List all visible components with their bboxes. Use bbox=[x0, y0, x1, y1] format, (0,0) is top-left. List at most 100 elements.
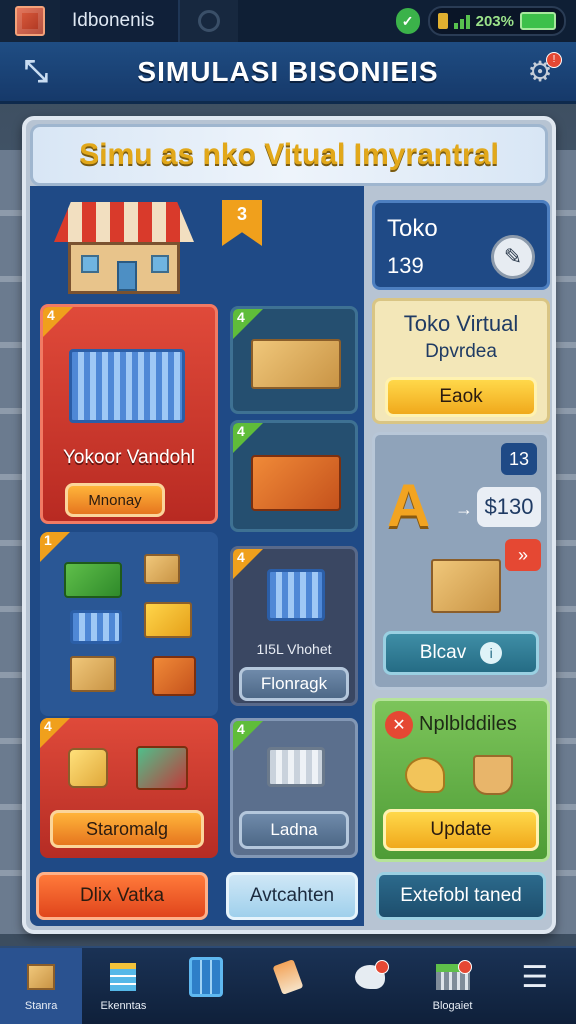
upgrades-card[interactable]: ✕ Nplblddiles Update bbox=[372, 698, 550, 862]
crate-icon bbox=[251, 455, 341, 511]
menu-icon: ☰ bbox=[521, 960, 549, 994]
signal-icon bbox=[453, 13, 470, 29]
box-card[interactable]: 4 bbox=[230, 306, 358, 414]
toko-virtual-card[interactable]: Toko Virtual Dpvrdea Eaok bbox=[372, 298, 550, 424]
card-corner: 4 bbox=[40, 718, 70, 748]
status-app-name: Idbonenis bbox=[60, 0, 180, 42]
chevron-right-double-icon[interactable]: » bbox=[505, 539, 541, 571]
store-card[interactable]: 4 Yokoor Vandohl Mnonay bbox=[40, 304, 218, 524]
exchange-count: 13 bbox=[501, 443, 537, 475]
bottom-nav: Stanra Ekenntas Blogaiet ☰ bbox=[0, 946, 576, 1024]
shopping-basket-icon bbox=[69, 349, 185, 423]
card-corner: 4 bbox=[233, 549, 263, 579]
card-corner: 4 bbox=[233, 721, 263, 751]
dlix-vatka-button[interactable]: Dlix Vatka bbox=[36, 872, 208, 920]
notification-badge bbox=[457, 960, 472, 974]
exchange-button[interactable]: Blcav i bbox=[383, 631, 539, 675]
toko-title: Toko bbox=[387, 215, 438, 242]
card-corner: 4 bbox=[43, 307, 73, 337]
status-bar: Idbonenis ✓ 203% bbox=[0, 0, 576, 42]
small-box-icon bbox=[144, 554, 180, 584]
nav-item-menu[interactable]: ☰ bbox=[494, 948, 576, 1024]
status-pill: 203% bbox=[427, 6, 566, 36]
hero-badge: 3 bbox=[222, 200, 262, 246]
status-indicator bbox=[180, 0, 238, 42]
nav-label: Ekenntas bbox=[100, 1000, 147, 1012]
left-column: 3 4 Yokoor Vandohl Mnonay 4 4 1 4 1I5L V… bbox=[30, 186, 364, 926]
card-corner: 4 bbox=[233, 423, 263, 453]
exchange-card[interactable]: 13 A → $130 » Blcav i bbox=[372, 432, 550, 690]
nav-item-stanra[interactable]: Stanra bbox=[0, 948, 83, 1024]
cart-card[interactable]: 4 1I5L Vhohet Flonragk bbox=[230, 546, 358, 706]
settings-button[interactable]: ⚙ ! bbox=[522, 51, 562, 90]
toko-virtual-subtitle: Dpvrdea bbox=[425, 341, 497, 362]
shield-icon: ✓ bbox=[395, 8, 420, 34]
cash-box-icon bbox=[144, 602, 192, 638]
grid-icon bbox=[188, 957, 223, 997]
nav-label: Stanra bbox=[24, 1000, 58, 1012]
knob-icon bbox=[198, 10, 220, 32]
box-icon bbox=[251, 339, 341, 389]
ladna-card[interactable]: 4 Ladna bbox=[230, 718, 358, 858]
crate-icon bbox=[136, 746, 188, 790]
crate-card[interactable]: 4 bbox=[230, 420, 358, 532]
toko-value: 139 bbox=[387, 253, 424, 278]
toko-info-card[interactable]: Toko 139 ✎ bbox=[372, 200, 550, 290]
bottom-actions: Dlix Vatka Avtcahten Extefobl taned bbox=[36, 872, 546, 926]
title-bar: ⤡ SIMULASI BISONIEIS ⚙ ! bbox=[0, 42, 576, 104]
activate-button[interactable]: Avtcahten bbox=[226, 872, 358, 920]
toko-virtual-title: Toko Virtual bbox=[403, 311, 519, 336]
update-button[interactable]: Update bbox=[383, 809, 539, 851]
nav-item-ekenntas[interactable]: Ekenntas bbox=[82, 948, 164, 1024]
banner-title: Simu as nko Vitual Imyrantral bbox=[30, 124, 548, 186]
cart-icon bbox=[267, 569, 325, 621]
staging-card[interactable]: 4 Staromalg bbox=[40, 718, 218, 858]
nav-item-hand[interactable] bbox=[329, 948, 411, 1024]
box-icon bbox=[70, 656, 116, 692]
collapse-icon: ⤡ bbox=[24, 54, 48, 88]
tools-icon: ✕ bbox=[385, 711, 413, 739]
notification-badge bbox=[375, 960, 390, 974]
eraser-icon bbox=[271, 959, 305, 995]
info-icon: i bbox=[480, 642, 503, 664]
page-title: SIMULASI BISONIEIS bbox=[137, 55, 439, 87]
extended-button[interactable]: Extefobl taned bbox=[376, 872, 546, 920]
staging-button[interactable]: Staromalg bbox=[50, 810, 204, 848]
nav-item-blogaiet[interactable]: Blogaiet bbox=[411, 948, 493, 1024]
upgrades-title: Nplblddiles bbox=[419, 713, 517, 735]
green-crate-icon bbox=[64, 562, 122, 598]
store-card-title: Yokoor Vandohl bbox=[62, 447, 196, 468]
cart-card-title: 1I5L Vhohet bbox=[256, 641, 332, 657]
store-house-icon bbox=[54, 202, 194, 294]
basket-icon bbox=[70, 610, 122, 644]
back-button[interactable]: ⤡ bbox=[18, 54, 54, 90]
nav-label: Blogaiet bbox=[432, 1000, 473, 1012]
toko-virtual-button[interactable]: Eaok bbox=[385, 377, 537, 417]
store-card-button[interactable]: Mnonay bbox=[65, 483, 165, 517]
cart-card-button[interactable]: Flonragk bbox=[239, 667, 349, 701]
main-panel: Simu as nko Vitual Imyrantral 3 4 Yokoor… bbox=[22, 116, 556, 934]
tag-icon bbox=[437, 13, 448, 29]
wrench-icon[interactable]: ✎ bbox=[491, 235, 535, 279]
box-icon bbox=[24, 960, 58, 994]
package-icon bbox=[431, 559, 501, 613]
exchange-button-label: Blcav bbox=[419, 642, 467, 663]
stack-icon bbox=[106, 960, 140, 994]
battery-percent: 203% bbox=[475, 12, 514, 30]
nav-item-grid[interactable] bbox=[165, 948, 247, 1024]
cube-icon bbox=[15, 6, 45, 36]
ladna-button[interactable]: Ladna bbox=[239, 811, 349, 849]
notification-badge: ! bbox=[546, 51, 562, 68]
battery-icon bbox=[520, 12, 556, 30]
flower-pot-icon bbox=[473, 755, 513, 795]
cart-icon bbox=[267, 747, 325, 787]
products-card[interactable]: 1 bbox=[40, 532, 218, 716]
crate-icon bbox=[152, 656, 196, 696]
key-icon bbox=[405, 757, 445, 793]
letter-a-icon: A bbox=[387, 472, 431, 539]
status-right: ✓ 203% bbox=[395, 6, 576, 36]
app-logo bbox=[0, 0, 60, 42]
card-corner: 4 bbox=[233, 309, 263, 339]
nav-item-eraser[interactable] bbox=[247, 948, 329, 1024]
arrow-icon: → bbox=[455, 499, 473, 519]
